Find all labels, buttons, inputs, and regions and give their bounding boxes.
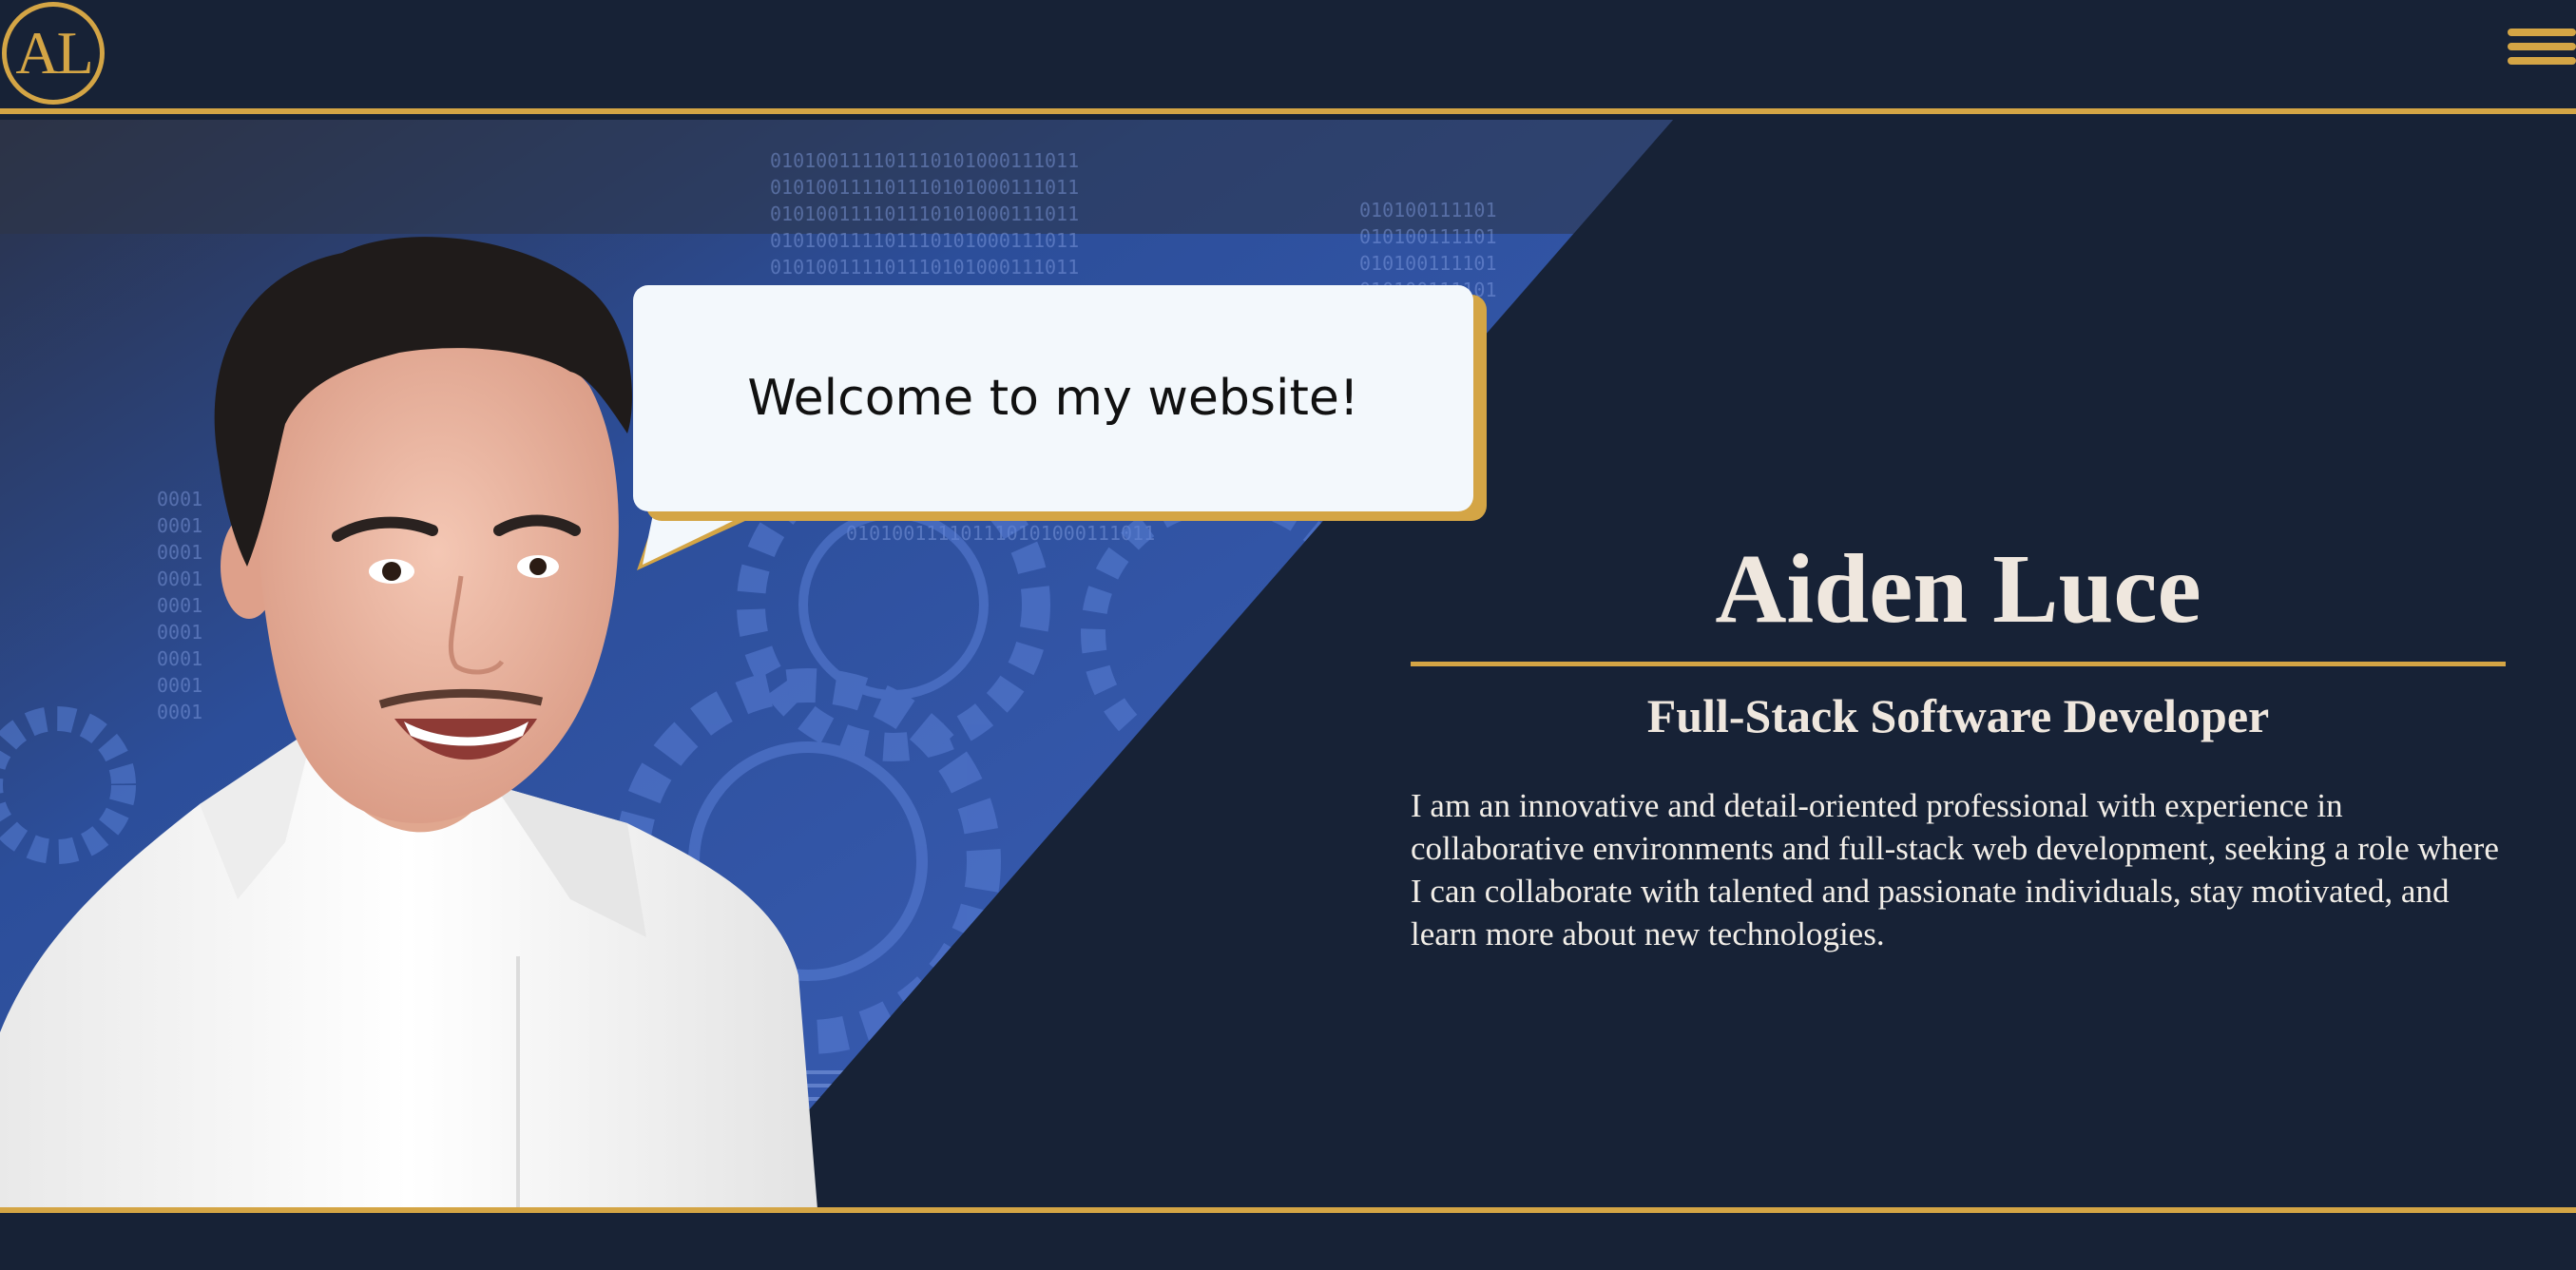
speech-bubble-tail: [637, 510, 770, 570]
svg-text:0001: 0001: [157, 514, 202, 537]
profile-bio: I am an innovative and detail-oriented p…: [1411, 787, 2499, 952]
svg-text:010100111101: 010100111101: [1359, 225, 1497, 248]
svg-text:010100111101110101000111011: 010100111101110101000111011: [770, 256, 1079, 279]
svg-text:0001: 0001: [157, 674, 202, 697]
svg-text:010100111101110101000111011: 010100111101110101000111011: [770, 229, 1079, 252]
svg-text:0001: 0001: [157, 647, 202, 670]
logo-monogram[interactable]: AL: [2, 2, 105, 105]
footer-strip: [0, 1213, 2576, 1270]
svg-text:0001: 0001: [157, 488, 202, 510]
svg-text:010100111101110101000111011: 010100111101110101000111011: [770, 202, 1079, 225]
profile-info: Aiden Luce Full-Stack Software Developer…: [1411, 532, 2506, 989]
name-divider: [1411, 662, 2506, 666]
svg-text:010100111101: 010100111101: [1359, 199, 1497, 221]
hamburger-menu-icon[interactable]: [2508, 29, 2576, 72]
svg-text:0001: 0001: [157, 701, 202, 723]
speech-bubble: Welcome to my website!: [633, 285, 1473, 511]
svg-text:0001: 0001: [157, 541, 202, 564]
svg-text:0001: 0001: [157, 568, 202, 590]
svg-text:010100111101: 010100111101: [1359, 252, 1497, 275]
svg-text:0001: 0001: [157, 621, 202, 644]
svg-text:010100111101110101000111011: 010100111101110101000111011: [770, 176, 1079, 199]
site-header: AL: [0, 0, 2576, 114]
profile-title: Full-Stack Software Developer: [1646, 689, 2270, 742]
welcome-message: Welcome to my website!: [747, 370, 1359, 427]
profile-name: Aiden Luce: [1715, 534, 2201, 644]
svg-text:010100111101110101000111011: 010100111101110101000111011: [770, 149, 1079, 172]
svg-text:0001: 0001: [157, 594, 202, 617]
